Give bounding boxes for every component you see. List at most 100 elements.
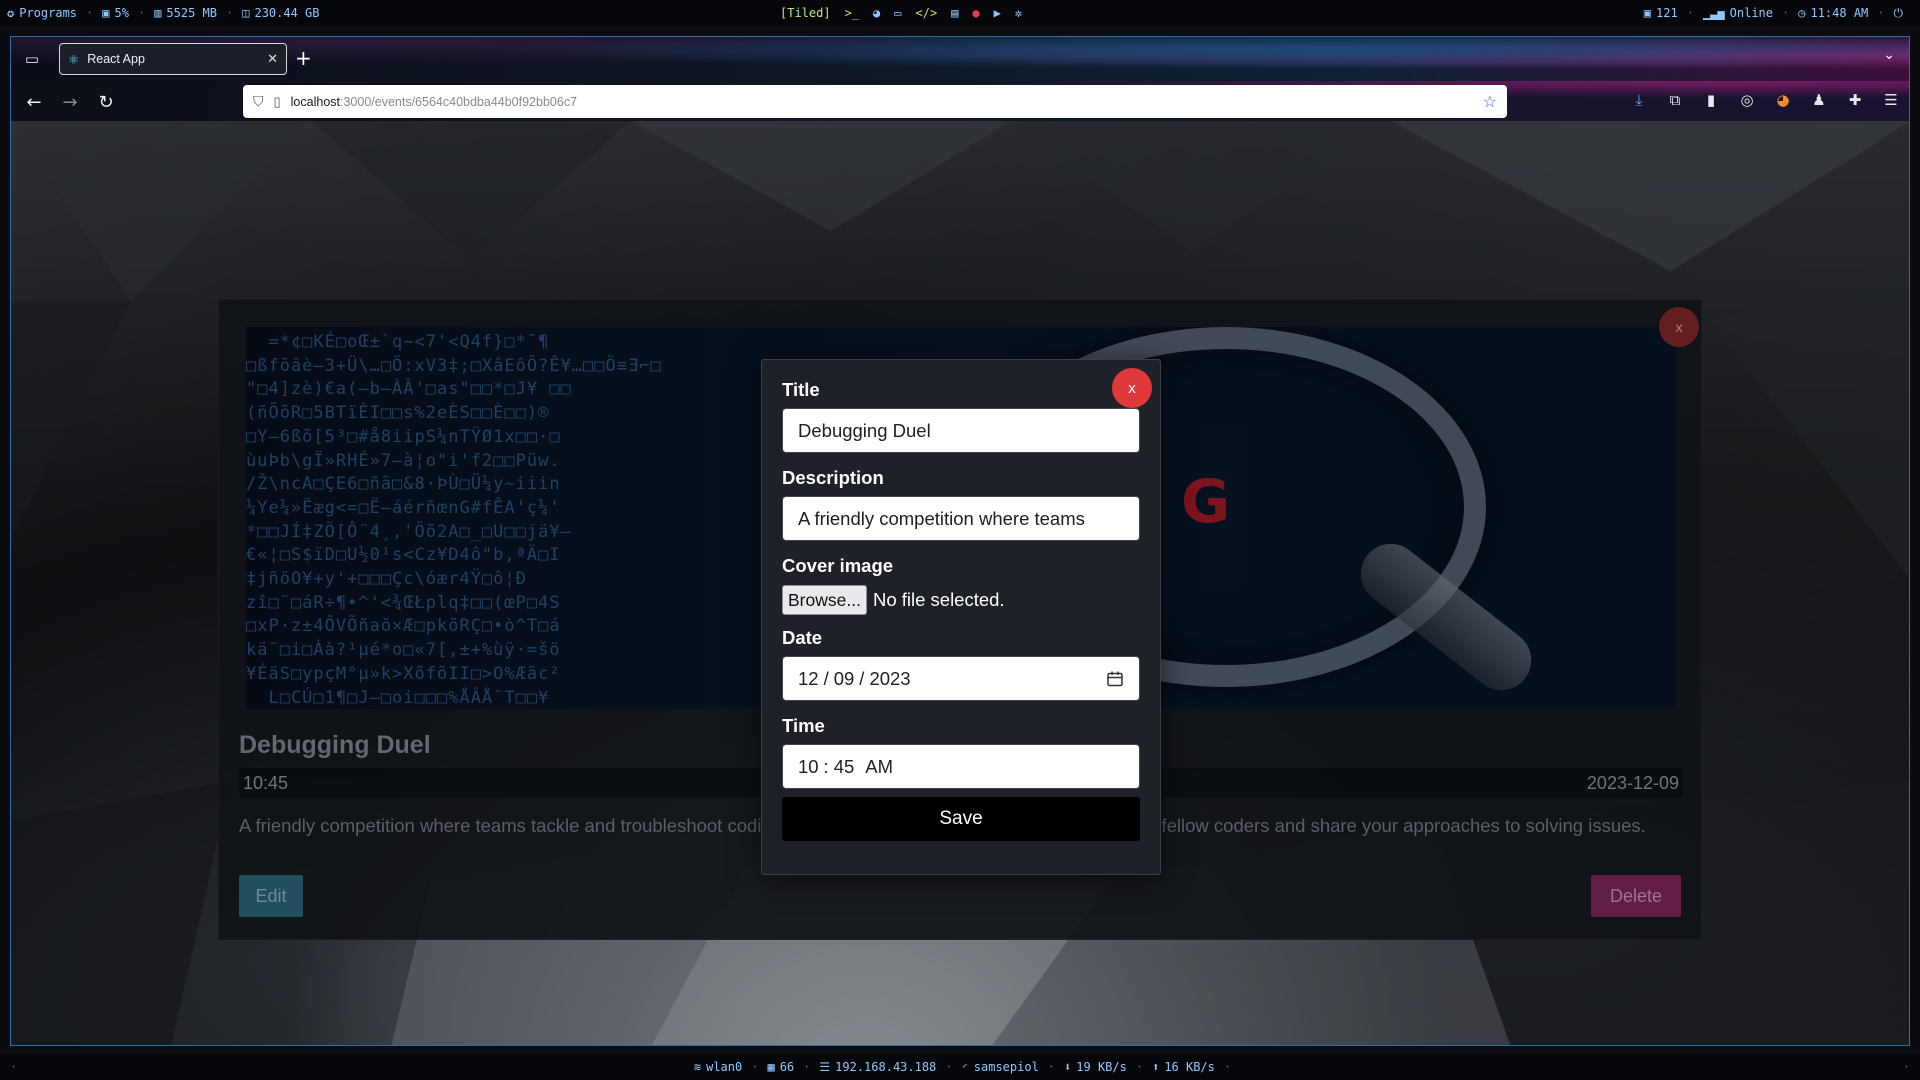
firefox-logo-icon[interactable]: ◕ — [1771, 88, 1795, 112]
ssid-value: samsepiol — [973, 1060, 1039, 1074]
cpu-icon: ▣ — [102, 6, 110, 20]
time-field[interactable]: 10 : 45 AM — [782, 744, 1140, 789]
downloads-icon[interactable]: ⤓ — [1627, 88, 1651, 112]
new-tab-button[interactable]: + — [295, 46, 312, 70]
separator: · — [226, 6, 234, 20]
signal-strength: ▦ 66 — [760, 1060, 801, 1074]
folder-icon[interactable]: ▭ — [894, 6, 901, 20]
time-minute[interactable]: 45 — [834, 756, 855, 778]
separator: · — [1047, 1060, 1056, 1074]
time-period[interactable]: AM — [865, 756, 893, 778]
description-field[interactable]: A friendly competition where teams — [782, 496, 1140, 541]
clock-value: 11:48 AM — [1810, 6, 1869, 20]
date-field[interactable]: 12 / 09 / 2023 — [782, 656, 1140, 701]
programs-menu[interactable]: ✪ Programs — [0, 6, 84, 20]
ram-value: 5525 MB — [166, 6, 217, 20]
time-hour[interactable]: 10 — [798, 756, 819, 778]
navigation-bar: ← → ↻ ⛉ ▯ localhost:3000/events/6564c40b… — [11, 81, 1909, 121]
chat-icon[interactable]: ● — [972, 6, 979, 20]
separator: · — [945, 1060, 953, 1074]
network-status: Online — [1729, 6, 1773, 20]
separator: · — [137, 6, 146, 20]
title-field[interactable]: Debugging Duel — [782, 408, 1140, 453]
puzzle-icon[interactable]: ✚ — [1843, 88, 1867, 112]
clock-icon: ◷ — [1798, 6, 1806, 20]
ip-address: ☰ 192.168.43.188 — [812, 1060, 943, 1074]
signal-icon: ▦ — [767, 1060, 775, 1074]
url-path: :3000/events/6564c40bdba44b0f92bb06c7 — [340, 94, 578, 109]
rss-icon: ◜ — [961, 1060, 969, 1074]
settings-icon[interactable]: ✲ — [1015, 6, 1022, 20]
forward-button[interactable]: → — [57, 89, 83, 115]
apps-icon: ✪ — [7, 6, 15, 20]
code-editor-icon[interactable]: </> — [916, 6, 938, 20]
power-icon: ⏻ — [1893, 5, 1904, 20]
disk-indicator: ◫ 230.44 GB — [235, 6, 326, 20]
shield-icon[interactable]: ⛉ — [253, 93, 264, 110]
download-speed: ⬇ 19 KB/s — [1057, 1060, 1134, 1074]
cpu-value: 5% — [114, 6, 129, 20]
react-icon: ⚛ — [68, 52, 80, 67]
video-icon[interactable]: ▶ — [994, 6, 1001, 20]
extension-icon[interactable]: ♟ — [1807, 88, 1831, 112]
separator: · — [1782, 6, 1790, 20]
date-day[interactable]: 09 — [834, 668, 855, 690]
separator: · — [1135, 1060, 1144, 1074]
separator: · — [803, 1060, 811, 1074]
upload-value: 16 KB/s — [1164, 1060, 1215, 1074]
updates-indicator[interactable]: ▣ 121 — [1637, 6, 1685, 20]
disk-icon: ◫ — [242, 6, 250, 20]
sidebar-icon[interactable]: ▮ — [1699, 88, 1723, 112]
programs-label: Programs — [19, 6, 78, 20]
tab-react-app[interactable]: ⚛ React App ✕ — [59, 43, 287, 75]
cover-image-label: Cover image — [782, 555, 894, 576]
clock: ◷ 11:48 AM — [1791, 6, 1875, 20]
package-icon: ▣ — [1643, 6, 1652, 20]
reload-button[interactable]: ↻ — [93, 89, 119, 115]
close-tab-icon[interactable]: ✕ — [267, 51, 278, 67]
title-label: Title — [782, 379, 820, 400]
menu-icon[interactable]: ☰ — [1879, 88, 1903, 112]
cover-file-input: Browse... No file selected. — [782, 584, 1140, 616]
interface-name: wlan0 — [706, 1060, 743, 1074]
system-top-bar: ✪ Programs · ▣ 5% · ▥ 5525 MB · ◫ 230.44… — [0, 0, 1920, 26]
title-value: Debugging Duel — [798, 419, 931, 441]
extensions-icon[interactable]: ⧉ — [1663, 88, 1687, 112]
bookmark-star-icon[interactable]: ☆ — [1483, 92, 1497, 112]
system-bottom-bar: · ≋ wlan0 · ▦ 66 · ☰ 192.168.43.188 · ◜ … — [0, 1054, 1920, 1080]
memory-icon: ▥ — [154, 6, 162, 20]
url-host: localhost — [290, 94, 340, 109]
calendar-icon[interactable] — [1106, 670, 1124, 688]
browse-button[interactable]: Browse... — [782, 585, 867, 615]
list-tabs-icon[interactable]: ⌄ — [1883, 47, 1895, 63]
wifi-icon: ≋ — [693, 1060, 702, 1074]
firefox-icon[interactable]: ◕ — [873, 6, 880, 20]
date-year[interactable]: 2023 — [869, 668, 910, 690]
address-bar[interactable]: ⛉ ▯ localhost:3000/events/6564c40bdba44b… — [243, 85, 1507, 118]
ram-indicator: ▥ 5525 MB — [147, 6, 224, 20]
workspace-mode[interactable]: [Tiled] — [780, 6, 831, 20]
page-content: =*¢□KÉ□oŒ±`q~<7'<Q4f}□*¯¶ □ßfōâè—3+Ü\…□Ö… — [11, 121, 1909, 1045]
close-modal-button[interactable]: x — [1112, 368, 1152, 408]
cpu-indicator: ▣ 5% — [95, 6, 136, 20]
separator: · — [1223, 1060, 1232, 1074]
tab-overview-icon[interactable]: ▭ — [19, 46, 45, 72]
date-label: Date — [782, 627, 823, 648]
save-button[interactable]: Save — [782, 797, 1140, 841]
separator: · — [1686, 6, 1694, 20]
upload-arrow-icon: ⬆ — [1152, 1060, 1160, 1074]
account-icon[interactable]: ◎ — [1735, 88, 1759, 112]
notes-icon[interactable]: ▤ — [951, 6, 958, 20]
separator: · — [10, 1060, 18, 1074]
upload-speed: ⬆ 16 KB/s — [1145, 1060, 1222, 1074]
updates-count: 121 — [1656, 6, 1678, 20]
back-button[interactable]: ← — [21, 89, 47, 115]
date-month[interactable]: 12 — [798, 668, 819, 690]
terminal-icon[interactable]: >_ — [845, 6, 859, 20]
wifi-interface: ≋ wlan0 — [687, 1060, 749, 1074]
edit-event-modal: x Title Debugging Duel Description A fri… — [761, 359, 1161, 875]
separator: · — [1877, 6, 1885, 20]
disk-value: 230.44 GB — [254, 6, 320, 20]
ip-value: 192.168.43.188 — [835, 1060, 937, 1074]
power-menu[interactable]: ⏻ — [1887, 6, 1911, 21]
